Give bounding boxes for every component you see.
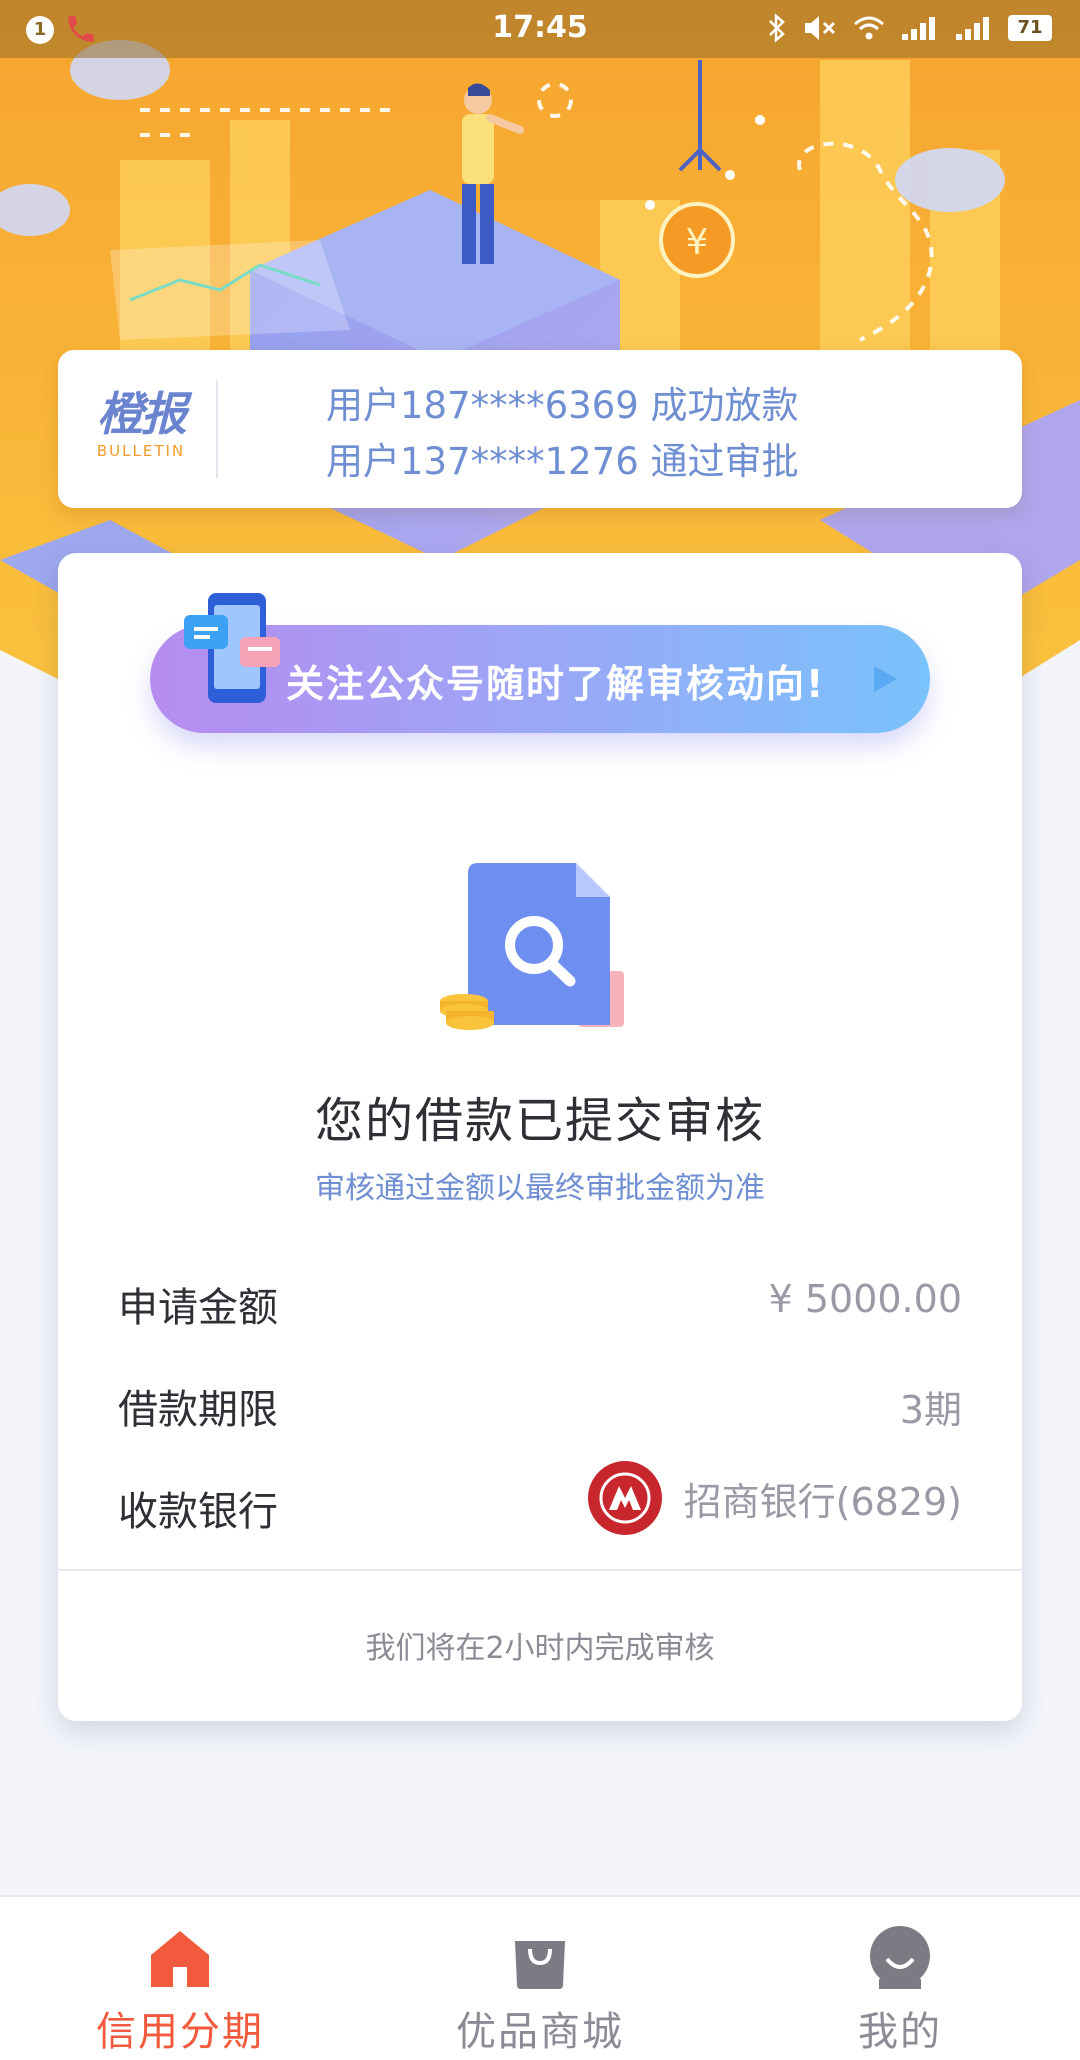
home-icon	[151, 1931, 209, 1987]
phone-chat-icon	[184, 593, 281, 703]
play-arrow-icon	[874, 666, 897, 692]
mute-icon	[805, 16, 836, 40]
application-status-card: 关注公众号随时了解审核动向! 您的借款已提交审核 审核通过金额以最终审批金额为准…	[58, 553, 1022, 1721]
profile-icon	[870, 1926, 930, 1989]
bank-info: 招商银行(6829)	[587, 1461, 962, 1535]
cmb-bank-logo-icon	[587, 1461, 662, 1535]
tab-mine[interactable]: 我的	[720, 1897, 1080, 2060]
detail-label: 申请金额	[118, 1285, 278, 1331]
review-time-note: 我们将在2小时内完成审核	[365, 1631, 715, 1666]
svg-text:¥: ¥	[686, 222, 709, 263]
detail-label: 借款期限	[118, 1387, 278, 1433]
follow-account-banner[interactable]: 关注公众号随时了解审核动向!	[150, 593, 930, 733]
bulletin-logo-cn: 橙报	[97, 387, 187, 441]
bulletin-line: 用户187****6369 成功放款	[326, 384, 799, 427]
follow-banner-text: 关注公众号随时了解审核动向!	[286, 662, 826, 706]
signal-icon-sim2	[956, 17, 989, 40]
bulletin-divider	[216, 380, 218, 478]
status-icons: 71	[766, 12, 1052, 44]
detail-row-bank: 收款银行 招商银行(6829)	[118, 1461, 962, 1553]
tab-label: 我的	[858, 2009, 942, 2055]
result-title: 您的借款已提交审核	[314, 1093, 765, 1149]
tab-label: 信用分期	[96, 2009, 264, 2055]
bulletin-logo: 橙报 BULLETIN	[86, 388, 196, 460]
shopping-bag-icon	[515, 1941, 565, 1989]
wifi-icon	[854, 16, 884, 40]
tab-credit-installment[interactable]: 信用分期	[0, 1897, 360, 2060]
bulletin-ticker: 用户187****6369 成功放款 用户137****1276 通过审批	[326, 378, 966, 490]
bottom-tab-bar: 信用分期 优品商城 我的	[0, 1895, 1080, 2060]
bulletin-card[interactable]: 橙报 BULLETIN 用户187****6369 成功放款 用户137****…	[58, 350, 1022, 508]
detail-row-term: 借款期限 3期	[118, 1371, 962, 1433]
result-subtitle: 审核通过金额以最终审批金额为准	[315, 1171, 765, 1206]
tab-mall[interactable]: 优品商城	[360, 1897, 720, 2060]
detail-value: 招商银行(6829)	[683, 1479, 962, 1524]
card-divider	[58, 1569, 1022, 1571]
battery-indicator: 71	[1008, 15, 1052, 41]
app-screen: ¥ 1 17:45 71 橙报 BULLETIN 用户187****6369 成…	[0, 0, 1080, 2060]
bluetooth-icon	[769, 13, 785, 43]
tab-label: 优品商城	[456, 2009, 624, 2055]
bulletin-line: 用户137****1276 通过审批	[326, 440, 799, 483]
status-bar: 1 17:45 71	[0, 0, 1080, 58]
detail-value: 3期	[899, 1388, 962, 1432]
detail-label: 收款银行	[118, 1489, 278, 1535]
detail-row-amount: 申请金额 ¥ 5000.00	[118, 1269, 962, 1331]
bulletin-logo-en: BULLETIN	[96, 442, 186, 460]
detail-value: ¥ 5000.00	[768, 1277, 962, 1321]
document-search-icon	[440, 863, 624, 1030]
signal-icon	[902, 17, 935, 40]
